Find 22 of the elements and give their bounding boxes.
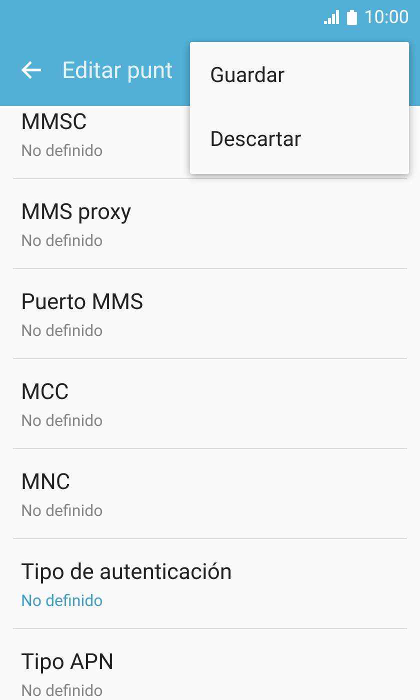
setting-value: No definido xyxy=(21,501,104,521)
menu-item[interactable]: Descartar xyxy=(190,108,409,172)
setting-title: Puerto MMS xyxy=(21,289,144,317)
back-arrow-icon xyxy=(20,60,42,80)
setting-value: No definido xyxy=(21,141,104,161)
setting-title: MNC xyxy=(21,469,72,497)
setting-value: No definido xyxy=(21,321,104,341)
setting-value: No definido xyxy=(21,591,104,611)
back-button[interactable] xyxy=(20,60,42,80)
setting-title: MMSC xyxy=(21,109,88,137)
setting-value: No definido xyxy=(21,681,104,700)
setting-title: Tipo APN xyxy=(21,649,115,677)
setting-value: No definido xyxy=(21,231,104,251)
clock-time: 10:00 xyxy=(364,6,409,28)
setting-title: MCC xyxy=(21,379,70,407)
menu-item[interactable]: Guardar xyxy=(190,44,409,108)
setting-title: Tipo de autenticación xyxy=(21,559,234,587)
screen-title: Editar punt xyxy=(62,56,173,84)
battery-icon xyxy=(347,10,358,24)
signal-icon xyxy=(324,10,340,24)
setting-title: MMS proxy xyxy=(21,199,132,227)
setting-value: No definido xyxy=(21,411,104,431)
